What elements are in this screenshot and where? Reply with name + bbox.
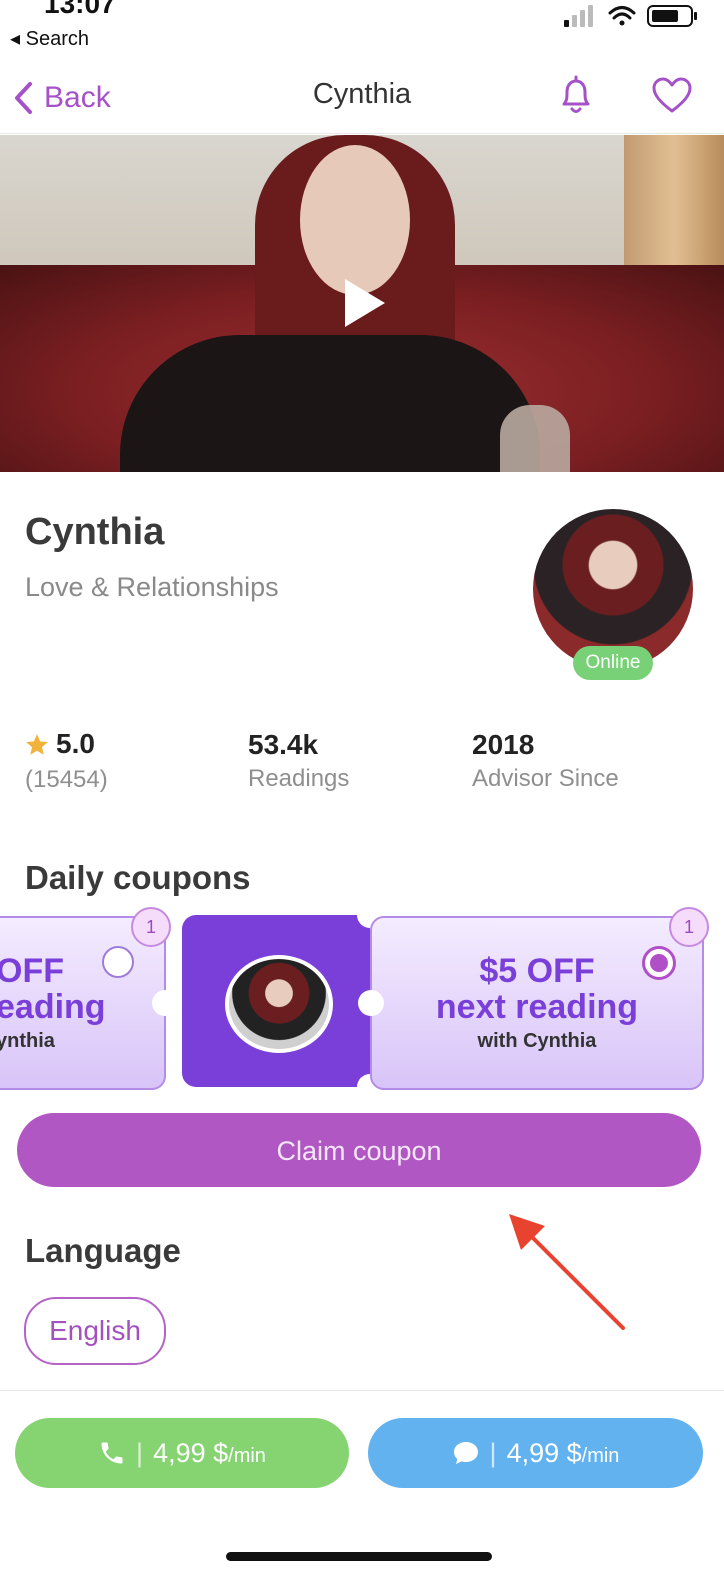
chat-button[interactable]: | 4,99 $/min — [368, 1418, 703, 1488]
back-to-search-label: Search — [25, 28, 89, 50]
bell-icon[interactable] — [556, 74, 596, 118]
play-icon[interactable] — [343, 277, 387, 329]
battery-icon — [647, 5, 697, 27]
annotation-arrow — [509, 1214, 625, 1330]
coupon-count-badge: 1 — [131, 907, 171, 947]
advisor-category: Love & Relationships — [25, 572, 279, 602]
page-title: Cynthia — [312, 78, 412, 110]
call-price: 4,99 $/min — [153, 1437, 266, 1468]
language-title: Language — [25, 1232, 181, 1269]
advisor-name: Cynthia — [25, 511, 165, 553]
chat-price: 4,99 $/min — [506, 1437, 620, 1468]
signal-icon — [564, 5, 593, 27]
chat-bubble-icon — [453, 1442, 478, 1464]
advisor-since-label: Advisor Since — [472, 765, 619, 792]
status-time: 13:07 — [44, 0, 116, 19]
advisor-avatar — [533, 509, 693, 669]
coupon-line3: ynthia — [0, 1030, 55, 1052]
rating-value: 5.0 — [56, 728, 95, 759]
video-figurine — [500, 405, 570, 472]
back-to-search[interactable]: ◂ Search — [10, 26, 89, 51]
wifi-icon — [608, 6, 636, 26]
coupon-line2: next reading — [435, 988, 639, 1026]
coupon-card-selected[interactable]: $5 OFF next reading with Cynthia — [358, 916, 704, 1090]
readings-label: Readings — [248, 765, 350, 792]
home-indicator — [226, 1552, 492, 1561]
rating-count: (15454) — [25, 766, 108, 793]
readings-value: 53.4k — [248, 729, 319, 760]
star-icon — [26, 734, 48, 755]
coupon-line1: OFF — [0, 952, 64, 990]
heart-icon[interactable] — [650, 74, 694, 118]
status-badge: Online — [573, 646, 653, 680]
nav-divider — [0, 133, 724, 134]
video-person-body — [120, 335, 540, 472]
bottom-divider — [0, 1390, 724, 1391]
coupon-radio-selected[interactable] — [642, 946, 676, 980]
coupon-avatar — [225, 955, 333, 1053]
daily-coupons-title: Daily coupons — [25, 859, 251, 896]
coupon-line3: with Cynthia — [477, 1030, 597, 1052]
coupon-count-badge: 1 — [669, 907, 709, 947]
language-chip[interactable]: English — [24, 1297, 166, 1365]
advisor-since-value: 2018 — [472, 729, 535, 760]
video-person-face — [300, 145, 410, 295]
status-icons — [564, 5, 697, 27]
chat-separator: | — [489, 1437, 497, 1468]
coupon-radio[interactable] — [102, 946, 134, 978]
claim-coupon-button[interactable]: Claim coupon — [17, 1113, 701, 1187]
call-button[interactable]: | 4,99 $/min — [15, 1418, 349, 1488]
call-separator: | — [136, 1437, 144, 1468]
coupon-line2: eading — [0, 988, 106, 1026]
phone-icon — [101, 1442, 123, 1464]
